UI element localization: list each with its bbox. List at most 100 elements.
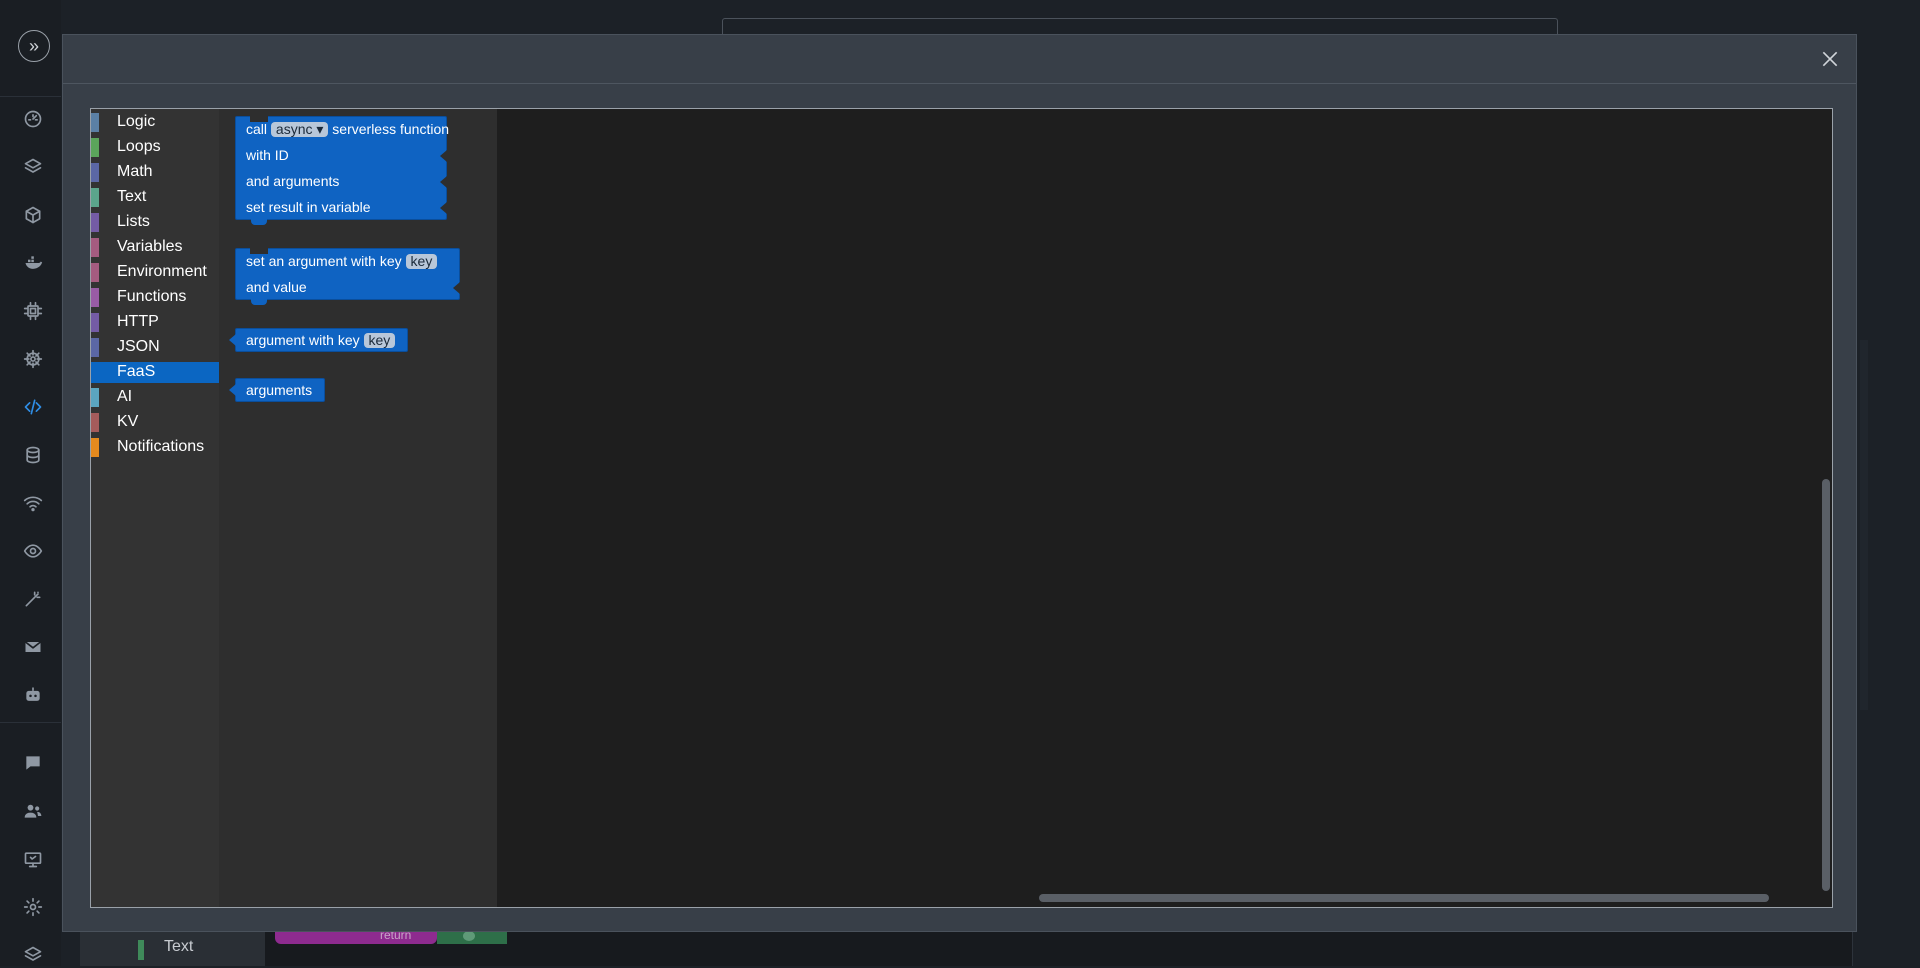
category-color-swatch [91,188,99,207]
chip-icon[interactable] [20,298,46,324]
helm-icon[interactable] [20,346,46,372]
double-chevron-right-icon: » [28,36,39,56]
async-mode-value: async [275,121,313,137]
code-icon[interactable] [20,394,46,420]
category-label: AI [117,388,133,405]
screen-icon[interactable] [20,846,46,872]
category-label: Functions [117,288,187,305]
block-text-arguments: arguments [246,382,313,398]
block-text-set-argument: set an argument with key [246,253,402,269]
blockly-toolbox: Logic Loops Math Text Lists Variables En… [91,109,219,907]
category-label: Logic [117,113,156,130]
toolbox-category-loops[interactable]: Loops [91,137,219,158]
category-label: Variables [117,238,183,255]
users-icon[interactable] [20,798,46,824]
database-icon[interactable] [20,442,46,468]
category-color-swatch [91,138,99,157]
background-value-block [437,930,507,944]
settings-icon[interactable] [20,894,46,920]
block-row-call: call async ▾ serverless function [246,121,449,137]
background-toolbox-text-label: Text [164,938,194,955]
block-next-bump [251,219,267,225]
call-serverless-function-block[interactable]: call async ▾ serverless function with ID… [235,116,449,225]
category-color-swatch [91,213,99,232]
sidebar-divider [0,96,61,97]
blockly-workspace[interactable]: Logic Loops Math Text Lists Variables En… [90,108,1833,908]
toolbox-category-http[interactable]: HTTP [91,312,219,333]
toolbox-category-kv[interactable]: KV [91,412,219,433]
background-panel-edge [1860,340,1868,710]
category-color-swatch [91,263,99,282]
block-text-and-arguments: and arguments [246,173,340,189]
toolbox-category-lists[interactable]: Lists [91,212,219,233]
category-label: Lists [117,213,150,230]
toolbox-category-ai[interactable]: AI [91,387,219,408]
argument-with-key-block[interactable]: argument with key key [229,328,408,352]
argument-key-field[interactable]: key [405,254,438,269]
workspace-vertical-scrollbar[interactable] [1822,479,1830,891]
close-icon [1822,51,1838,67]
background-value-socket [463,931,475,941]
toolbox-category-functions[interactable]: Functions [91,287,219,308]
input-socket-result-variable [440,202,447,214]
category-color-swatch [91,363,99,382]
modal-header [63,35,1856,84]
category-label: Loops [117,138,161,155]
argument-key-field[interactable]: key [363,333,396,348]
block-next-bump [251,299,267,305]
block-text-and-value: and value [246,279,307,295]
category-label: Environment [117,263,207,280]
toolbox-category-logic[interactable]: Logic [91,112,219,133]
block-text-serverless-function: serverless function [332,121,450,137]
arguments-block[interactable]: arguments [229,378,325,402]
workspace-horizontal-scrollbar[interactable] [1039,894,1769,902]
magic-wand-icon[interactable] [20,586,46,612]
block-text-argument-with-key: argument with key [246,332,360,348]
eye-icon[interactable] [20,538,46,564]
category-color-swatch [91,313,99,332]
toolbox-category-variables[interactable]: Variables [91,237,219,258]
input-socket-value [453,282,460,294]
category-label: KV [117,413,139,430]
toolbox-category-json[interactable]: JSON [91,337,219,358]
blockly-flyout [219,109,497,907]
cube-icon[interactable] [20,202,46,228]
robot-icon[interactable] [20,682,46,708]
category-label: HTTP [117,313,159,330]
category-color-swatch [91,113,99,132]
dropdown-arrow-icon: ▾ [316,121,324,137]
expand-sidebar-button[interactable]: » [18,30,50,62]
async-mode-dropdown[interactable]: async ▾ [270,121,329,137]
stack-icon[interactable] [20,942,46,968]
block-text-set-result: set result in variable [246,199,371,215]
background-return-block: return [275,928,437,944]
category-color-swatch [91,438,99,457]
input-socket-arguments [440,176,447,188]
app-sidebar: » [0,0,61,966]
category-color-swatch [91,288,99,307]
set-argument-block[interactable]: set an argument with key key and value [235,248,460,305]
chat-icon[interactable] [20,750,46,776]
input-socket-id [440,150,447,162]
category-color-swatch [91,413,99,432]
category-color-swatch [91,163,99,182]
category-label: FaaS [117,363,156,380]
category-label: Math [117,163,153,180]
layers-icon[interactable] [20,154,46,180]
category-label: JSON [117,338,160,355]
category-color-swatch [91,338,99,357]
block-text-call: call [246,121,268,137]
wifi-icon[interactable] [20,490,46,516]
docker-icon[interactable] [20,250,46,276]
category-label: Notifications [117,438,205,455]
category-label: Text [117,188,147,205]
toolbox-category-faas[interactable]: FaaS [91,362,219,383]
toolbox-category-math[interactable]: Math [91,162,219,183]
toolbox-category-environment[interactable]: Environment [91,262,219,283]
block-row-argument-key: argument with key key [246,332,396,348]
toolbox-category-notifications[interactable]: Notifications [91,437,219,458]
toolbox-category-text[interactable]: Text [91,187,219,208]
modal-close-button[interactable] [1816,45,1844,73]
dashboard-icon[interactable] [20,106,46,132]
mail-icon[interactable] [20,634,46,660]
